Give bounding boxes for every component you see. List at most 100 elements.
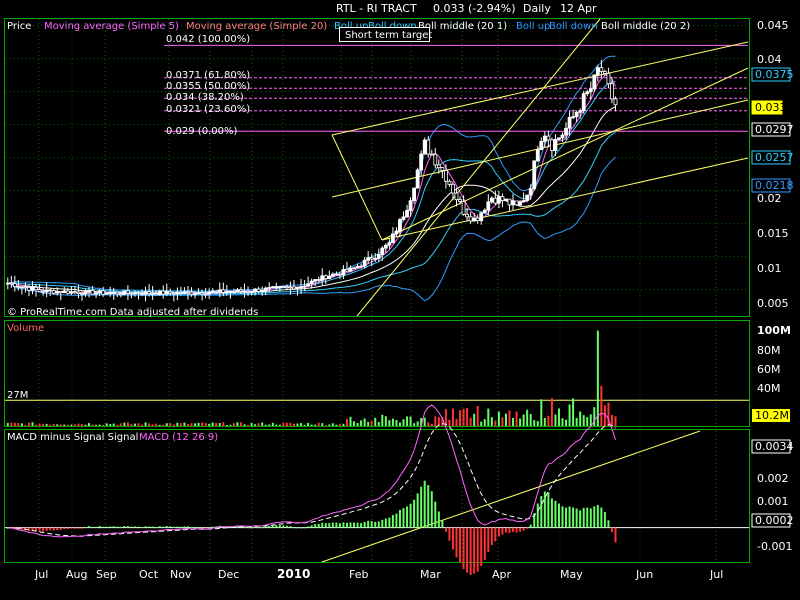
volume-bar-up xyxy=(236,422,239,426)
macd-hist-up xyxy=(349,522,352,528)
fib-label-50: 0.0355 (50.00%) xyxy=(166,81,250,92)
volume-bar-up xyxy=(296,423,299,426)
macd-hist-down xyxy=(526,527,529,529)
candle-up xyxy=(111,291,116,294)
fib-label-0: 0.029 (0.00%) xyxy=(166,126,237,137)
candle-up xyxy=(5,282,10,285)
volume-bar-down xyxy=(190,423,193,426)
candle-up xyxy=(175,292,180,295)
candle-down xyxy=(23,286,28,289)
volume-bar-down xyxy=(137,423,140,426)
macd-hist-up xyxy=(130,526,133,528)
volume-bar-up xyxy=(165,423,168,426)
macd-ytick: 0.001 xyxy=(757,495,789,508)
volume-bar-up xyxy=(105,423,108,426)
volume-bar-up xyxy=(416,421,419,426)
x-tick-label: Jul xyxy=(34,568,48,581)
volume-bar-down xyxy=(151,424,154,426)
volume-bar-up xyxy=(70,424,73,426)
svg-text:0.0034: 0.0034 xyxy=(755,440,794,453)
volume-bar-up xyxy=(321,423,324,426)
volume-bar-down xyxy=(186,424,189,426)
candle-up xyxy=(207,292,212,295)
candle-up xyxy=(535,149,540,162)
price-tag-last: 0.033 xyxy=(751,100,787,115)
macd-hist-down xyxy=(451,527,454,550)
candle-up xyxy=(359,265,364,268)
candle-up xyxy=(157,290,162,296)
candle-down xyxy=(65,290,70,294)
volume-ytick: 80M xyxy=(757,344,781,357)
volume-ytick: 100M xyxy=(757,324,791,337)
volume-bar-down xyxy=(434,416,437,426)
candle-up xyxy=(348,267,353,272)
volume-bar-down xyxy=(116,424,119,426)
macd-hist-up xyxy=(579,510,582,528)
macd-hist-up xyxy=(183,526,186,528)
candle-up xyxy=(390,233,395,243)
macd-hist-down xyxy=(483,527,486,561)
volume-bar-down xyxy=(550,398,553,426)
candle-up xyxy=(504,198,508,201)
macd-hist-up xyxy=(356,522,359,528)
volume-bar-up xyxy=(480,421,483,426)
volume-bar-up xyxy=(398,422,401,426)
x-tick-label: May xyxy=(560,568,583,581)
legend-boll-down-2: Boll down xyxy=(549,21,598,32)
candle-up xyxy=(482,209,487,214)
volume-bar-up xyxy=(95,424,98,426)
candle-up xyxy=(528,188,533,196)
macd-hist-down xyxy=(614,527,617,543)
boll-middle-line xyxy=(7,106,616,294)
candle-up xyxy=(341,268,346,276)
volume-bar-up xyxy=(575,417,578,426)
macd-hist-up xyxy=(395,513,398,528)
volume-bar-down xyxy=(38,423,41,426)
x-tick-label: Nov xyxy=(170,568,192,581)
volume-bar-up xyxy=(271,422,274,426)
candle-down xyxy=(221,289,226,293)
volume-bar-up xyxy=(473,413,476,426)
candle-down xyxy=(16,286,21,288)
volume-bar-up xyxy=(497,411,500,426)
macd-hist-up xyxy=(112,526,115,528)
candle-down xyxy=(118,293,123,296)
macd-hist-up xyxy=(345,522,348,528)
candle-up xyxy=(578,110,583,113)
candle-down xyxy=(140,293,144,296)
macd-hist-down xyxy=(56,527,59,531)
candle-down xyxy=(171,292,176,295)
candle-down xyxy=(316,279,321,281)
candle-down xyxy=(161,290,166,295)
volume-bar-up xyxy=(310,424,313,426)
price-ytick: 0.02 xyxy=(757,192,782,205)
volume-bar-up xyxy=(512,417,515,426)
volume-bar-up xyxy=(342,423,345,426)
candle-up xyxy=(539,140,544,151)
volume-bar-up xyxy=(349,416,352,426)
svg-text:0.033: 0.033 xyxy=(755,101,787,114)
volume-bar-down xyxy=(494,420,497,426)
macd-hist-up xyxy=(391,515,394,528)
macd-hist-down xyxy=(70,527,73,529)
candle-up xyxy=(574,111,579,118)
macd-series xyxy=(5,404,749,575)
ma5-line xyxy=(7,73,616,295)
candle-down xyxy=(345,268,349,272)
svg-text:0.0297: 0.0297 xyxy=(755,123,794,136)
volume-bar-up xyxy=(225,425,228,426)
candle-down xyxy=(514,200,519,206)
candle-up xyxy=(373,257,378,260)
macd-hist-up xyxy=(119,526,122,528)
macd-hist-up xyxy=(201,527,204,529)
volume-bar-up xyxy=(229,424,232,426)
volume-bar-down xyxy=(515,411,518,426)
volume-bar-down xyxy=(247,424,250,426)
volume-bar-down xyxy=(501,417,504,426)
candle-up xyxy=(182,291,187,294)
candle-up xyxy=(511,200,515,206)
candle-up xyxy=(394,230,399,235)
candle-down xyxy=(37,289,42,292)
candle-up xyxy=(270,286,275,289)
candle-down xyxy=(136,292,141,295)
